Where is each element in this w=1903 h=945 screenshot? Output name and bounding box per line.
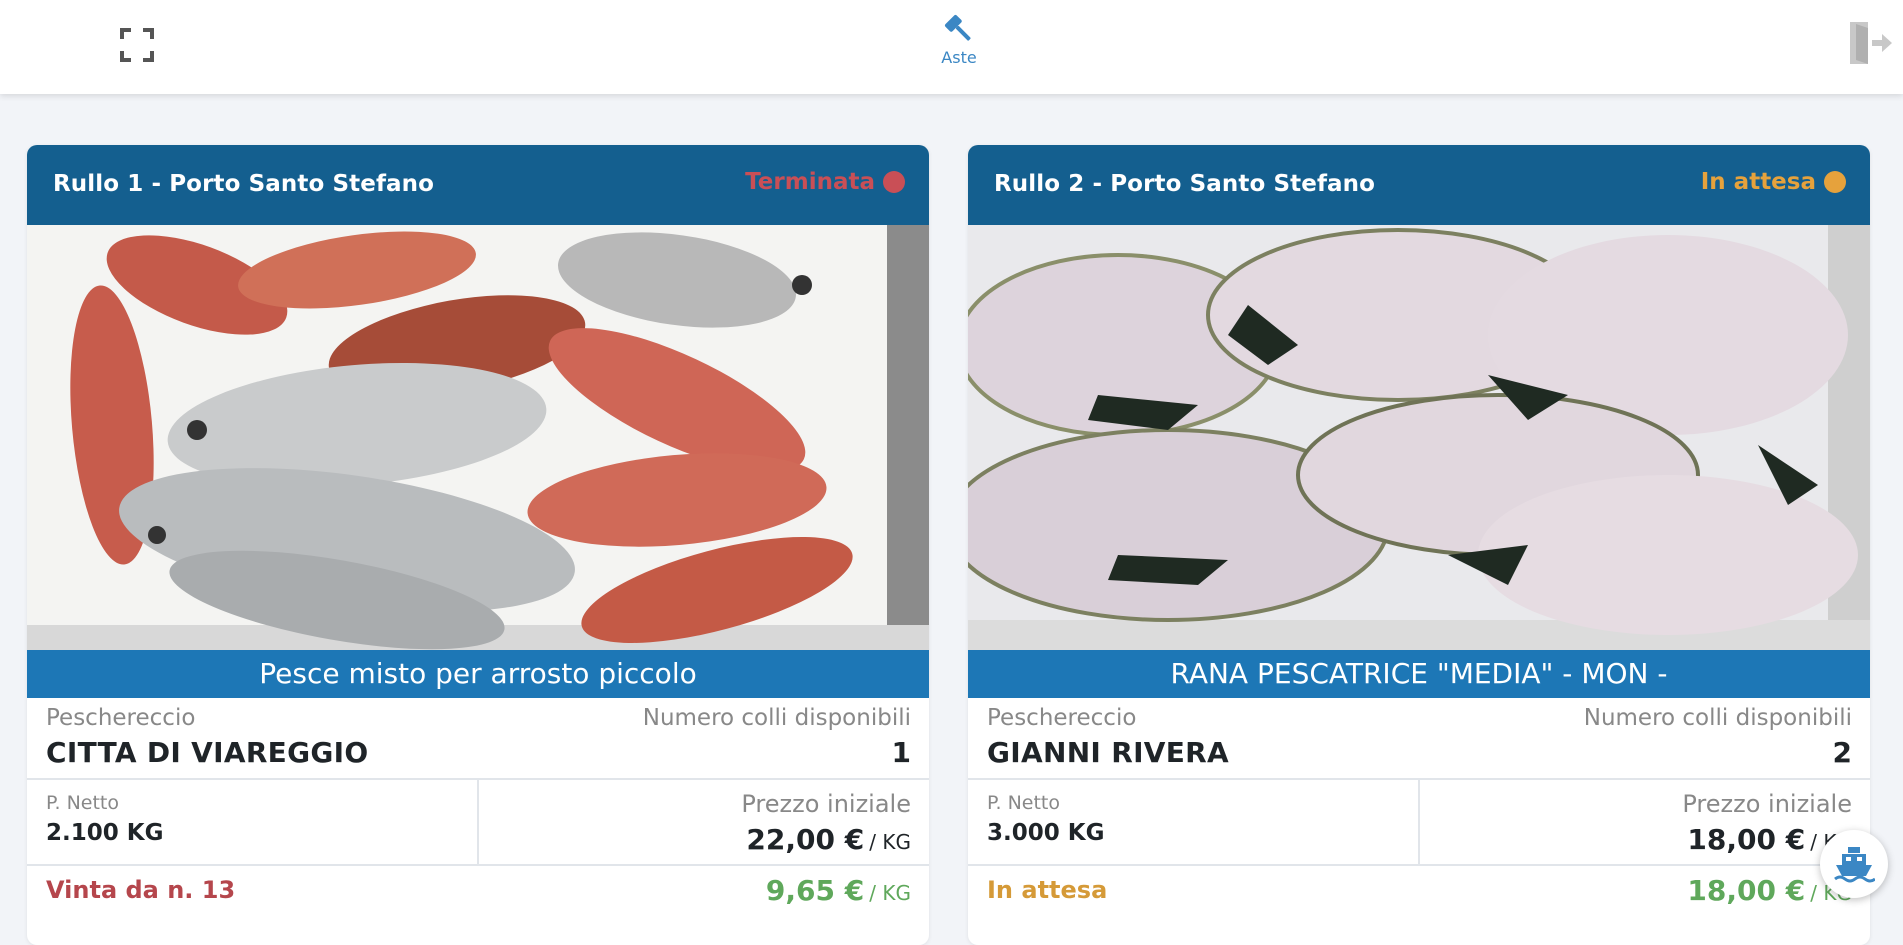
status-badge: In attesa	[1701, 169, 1846, 195]
weight-price-row: P. Netto 3.000 KG Prezzo iniziale 18,00 …	[968, 780, 1870, 866]
product-name: Pesce misto per arrosto piccolo	[27, 650, 929, 698]
current-price-value: 18,00 €	[1687, 874, 1806, 907]
boat-name: CITTA DI VIAREGGIO	[46, 736, 369, 769]
card-header: Rullo 1 - Porto Santo Stefano Terminata	[27, 145, 929, 225]
divider	[1418, 780, 1420, 864]
tab-aste-label: Aste	[941, 48, 977, 67]
status-badge: Terminata	[745, 169, 905, 195]
boat-name: GIANNI RIVERA	[987, 736, 1230, 769]
current-price-unit: / KG	[869, 881, 911, 905]
start-price-value: 18,00 €	[1687, 823, 1806, 856]
status-label: Terminata	[745, 169, 875, 195]
product-name: RANA PESCATRICE "MEDIA" - MON -	[968, 650, 1870, 698]
packages-label: Numero colli disponibili	[1583, 705, 1852, 731]
ship-icon	[1834, 847, 1875, 883]
status-dot	[1824, 171, 1846, 193]
start-price-value: 22,00 €	[746, 823, 865, 856]
weight-label: P. Netto	[987, 792, 1061, 814]
divider	[477, 780, 479, 864]
weight-value: 3.000 KG	[987, 820, 1105, 846]
tab-aste[interactable]: Aste	[930, 10, 988, 76]
logout-icon[interactable]	[1846, 18, 1894, 68]
top-bar: Aste	[0, 0, 1903, 94]
ship-button[interactable]	[1820, 830, 1888, 898]
auction-card-2[interactable]: Rullo 2 - Porto Santo Stefano In attesa …	[968, 145, 1870, 945]
packages-label: Numero colli disponibili	[642, 705, 911, 731]
boat-label: Peschereccio	[46, 705, 196, 731]
gavel-icon	[944, 14, 971, 41]
card-title: Rullo 2 - Porto Santo Stefano	[994, 171, 1376, 197]
boat-label: Peschereccio	[987, 705, 1137, 731]
start-price-label: Prezzo iniziale	[1682, 790, 1852, 818]
packages-count: 2	[1832, 736, 1852, 769]
current-price: 9,65 € / KG	[766, 874, 911, 907]
result-row: In attesa 18,00 € / KG	[968, 866, 1870, 926]
start-price: 22,00 € / KG	[746, 823, 911, 856]
card-title: Rullo 1 - Porto Santo Stefano	[53, 171, 435, 197]
auction-result: Vinta da n. 13	[46, 876, 236, 904]
boat-row: Peschereccio Numero colli disponibili CI…	[27, 698, 929, 780]
product-photo	[968, 225, 1870, 650]
start-price-label: Prezzo iniziale	[741, 790, 911, 818]
product-photo	[27, 225, 929, 650]
card-header: Rullo 2 - Porto Santo Stefano In attesa	[968, 145, 1870, 225]
fullscreen-icon[interactable]	[120, 28, 154, 62]
weight-price-row: P. Netto 2.100 KG Prezzo iniziale 22,00 …	[27, 780, 929, 866]
status-label: In attesa	[1700, 169, 1816, 195]
result-row: Vinta da n. 13 9,65 € / KG	[27, 866, 929, 926]
weight-value: 2.100 KG	[46, 820, 164, 846]
auction-card-1[interactable]: Rullo 1 - Porto Santo Stefano Terminata	[27, 145, 929, 945]
boat-row: Peschereccio Numero colli disponibili GI…	[968, 698, 1870, 780]
current-price-value: 9,65 €	[765, 874, 865, 907]
weight-label: P. Netto	[46, 792, 120, 814]
auction-result: In attesa	[987, 876, 1108, 904]
packages-count: 1	[891, 736, 911, 769]
status-dot	[883, 171, 905, 193]
start-price-unit: / KG	[869, 830, 911, 854]
